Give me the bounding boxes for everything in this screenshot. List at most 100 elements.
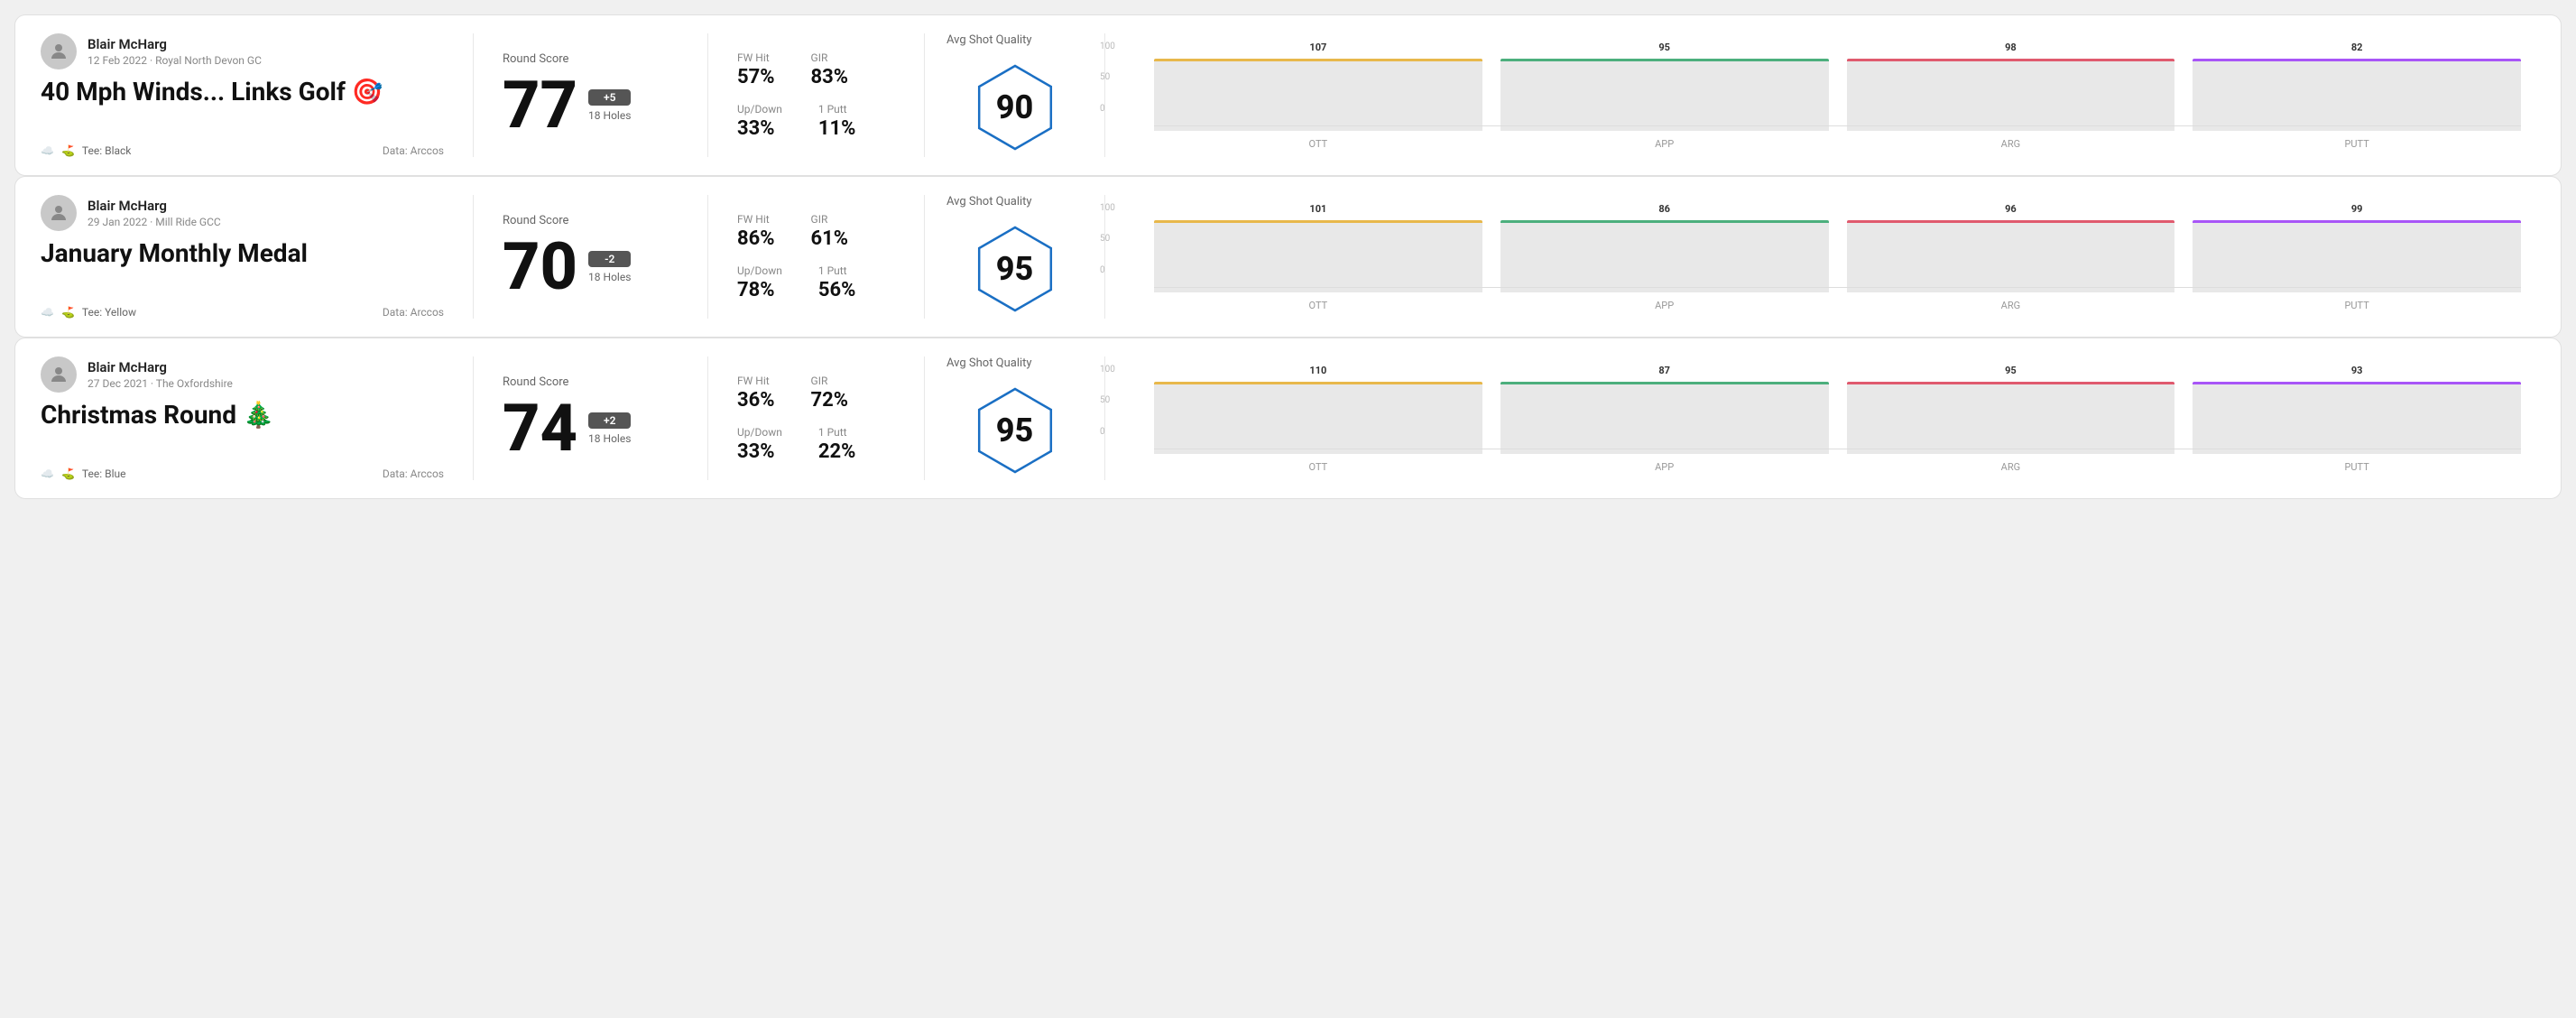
- footer-info: ☁️ ⛳ Tee: Black Data: Arccos: [41, 144, 444, 157]
- chart-outer: 100 50 0 110 OTT 87 APP: [1127, 365, 2521, 473]
- fw-hit-stat: FW Hit 57%: [737, 51, 775, 88]
- oneputt-value: 56%: [818, 279, 856, 301]
- bar-wrapper: [2193, 382, 2521, 454]
- bar-label: OTT: [1309, 300, 1328, 311]
- user-info: Blair McHarg 27 Dec 2021 · The Oxfordshi…: [41, 356, 444, 393]
- fw-hit-value: 57%: [737, 66, 775, 88]
- bar-wrapper: [2193, 220, 2521, 292]
- cloud-icon: ☁️: [41, 144, 54, 157]
- round-card: Blair McHarg 27 Dec 2021 · The Oxfordshi…: [14, 338, 2562, 499]
- y-label-50: 50: [1100, 72, 1115, 82]
- score-row: 74 +2 18 Holes: [503, 396, 679, 461]
- score-row: 70 -2 18 Holes: [503, 235, 679, 300]
- round-score-label: Round Score: [503, 52, 679, 66]
- tee-icon: ⛳: [61, 144, 75, 157]
- bar-wrapper: [1154, 59, 1482, 131]
- tee-info: ☁️ ⛳ Tee: Yellow: [41, 306, 136, 319]
- bar-fill: [1154, 387, 1482, 453]
- bar-group-putt: 93 PUTT: [2193, 365, 2521, 473]
- score-badge-holes: +5 18 Holes: [588, 89, 631, 122]
- updown-value: 78%: [737, 279, 782, 301]
- hexagon: 95: [970, 381, 1060, 480]
- stats-section: FW Hit 57% GIR 83% Up/Down 33% 1 Putt: [708, 33, 925, 157]
- person-icon: [48, 41, 69, 62]
- y-label-0: 0: [1100, 265, 1115, 275]
- data-source: Data: Arccos: [383, 144, 444, 157]
- bar-value: 93: [2351, 365, 2363, 376]
- user-details: Blair McHarg 12 Feb 2022 · Royal North D…: [88, 36, 262, 67]
- bar-wrapper: [1154, 220, 1482, 292]
- user-name: Blair McHarg: [88, 36, 262, 52]
- person-icon: [48, 202, 69, 224]
- bar-wrapper: [1500, 382, 1829, 454]
- quality-section: Avg Shot Quality 90: [925, 33, 1105, 157]
- bar-group-ott: 101 OTT: [1154, 203, 1482, 311]
- footer-info: ☁️ ⛳ Tee: Blue Data: Arccos: [41, 467, 444, 480]
- chart-baseline: [1154, 125, 2521, 126]
- bar-value: 96: [2005, 203, 2017, 215]
- quality-score: 95: [996, 250, 1034, 288]
- bar-chart: 110 OTT 87 APP 95 ARG 93: [1154, 365, 2521, 473]
- bar-group-ott: 107 OTT: [1154, 42, 1482, 150]
- bar-value: 95: [2005, 365, 2017, 376]
- date-course: 27 Dec 2021 · The Oxfordshire: [88, 377, 233, 390]
- score-badge-holes: -2 18 Holes: [588, 251, 631, 283]
- left-section: Blair McHarg 12 Feb 2022 · Royal North D…: [41, 33, 474, 157]
- gir-value: 72%: [811, 389, 849, 412]
- bar-chart: 107 OTT 95 APP 98 ARG 82: [1154, 42, 2521, 150]
- bar-fill: [1154, 66, 1482, 130]
- bar-wrapper: [1500, 220, 1829, 292]
- bar-label: OTT: [1309, 138, 1328, 150]
- stats-row-top: FW Hit 57% GIR 83%: [737, 51, 895, 88]
- oneputt-value: 11%: [818, 117, 856, 140]
- quality-label: Avg Shot Quality: [946, 356, 1032, 370]
- round-score-label: Round Score: [503, 375, 679, 389]
- footer-info: ☁️ ⛳ Tee: Yellow Data: Arccos: [41, 306, 444, 319]
- avatar: [41, 33, 77, 69]
- tee-info: ☁️ ⛳ Tee: Blue: [41, 467, 125, 480]
- gir-stat: GIR 72%: [811, 375, 849, 412]
- oneputt-stat: 1 Putt 22%: [818, 426, 856, 463]
- hexagon: 90: [970, 58, 1060, 157]
- stats-row-top: FW Hit 36% GIR 72%: [737, 375, 895, 412]
- bar-accent: [2193, 382, 2521, 384]
- bar-label: PUTT: [2344, 461, 2368, 473]
- fw-hit-stat: FW Hit 86%: [737, 213, 775, 250]
- chart-baseline: [1154, 287, 2521, 288]
- avatar: [41, 195, 77, 231]
- bar-group-ott: 110 OTT: [1154, 365, 1482, 473]
- round-title: Christmas Round 🎄: [41, 402, 444, 430]
- bar-accent: [1154, 59, 1482, 61]
- date-course: 29 Jan 2022 · Mill Ride GCC: [88, 216, 221, 228]
- left-section: Blair McHarg 29 Jan 2022 · Mill Ride GCC…: [41, 195, 474, 319]
- tee-label: Tee: Yellow: [82, 306, 136, 319]
- bar-wrapper: [1847, 382, 2175, 454]
- tee-info: ☁️ ⛳ Tee: Black: [41, 144, 131, 157]
- bar-fill: [2193, 398, 2521, 454]
- user-info: Blair McHarg 12 Feb 2022 · Royal North D…: [41, 33, 444, 69]
- round-score-label: Round Score: [503, 214, 679, 227]
- updown-label: Up/Down: [737, 103, 782, 116]
- bar-group-app: 95 APP: [1500, 42, 1829, 150]
- fw-hit-value: 36%: [737, 389, 775, 412]
- bar-wrapper: [1847, 59, 2175, 131]
- oneputt-label: 1 Putt: [818, 264, 856, 277]
- chart-outer: 100 50 0 101 OTT 86 APP: [1127, 203, 2521, 311]
- score-badge-holes: +2 18 Holes: [588, 412, 631, 445]
- bar-label: ARG: [2001, 300, 2020, 311]
- bar-accent: [1847, 59, 2175, 61]
- bar-chart: 101 OTT 86 APP 96 ARG 99: [1154, 203, 2521, 311]
- bar-fill: [2193, 233, 2521, 292]
- bar-fill: [1500, 240, 1829, 292]
- bar-group-arg: 98 ARG: [1847, 42, 2175, 150]
- hexagon: 95: [970, 219, 1060, 319]
- stats-row-bottom: Up/Down 33% 1 Putt 22%: [737, 426, 895, 463]
- bar-label: APP: [1655, 300, 1674, 311]
- bar-group-app: 87 APP: [1500, 365, 1829, 473]
- bar-group-app: 86 APP: [1500, 203, 1829, 311]
- holes-text: 18 Holes: [588, 109, 631, 122]
- y-label-50: 50: [1100, 395, 1115, 405]
- chart-section: 100 50 0 110 OTT 87 APP: [1105, 356, 2535, 480]
- user-info: Blair McHarg 29 Jan 2022 · Mill Ride GCC: [41, 195, 444, 231]
- gir-label: GIR: [811, 375, 849, 387]
